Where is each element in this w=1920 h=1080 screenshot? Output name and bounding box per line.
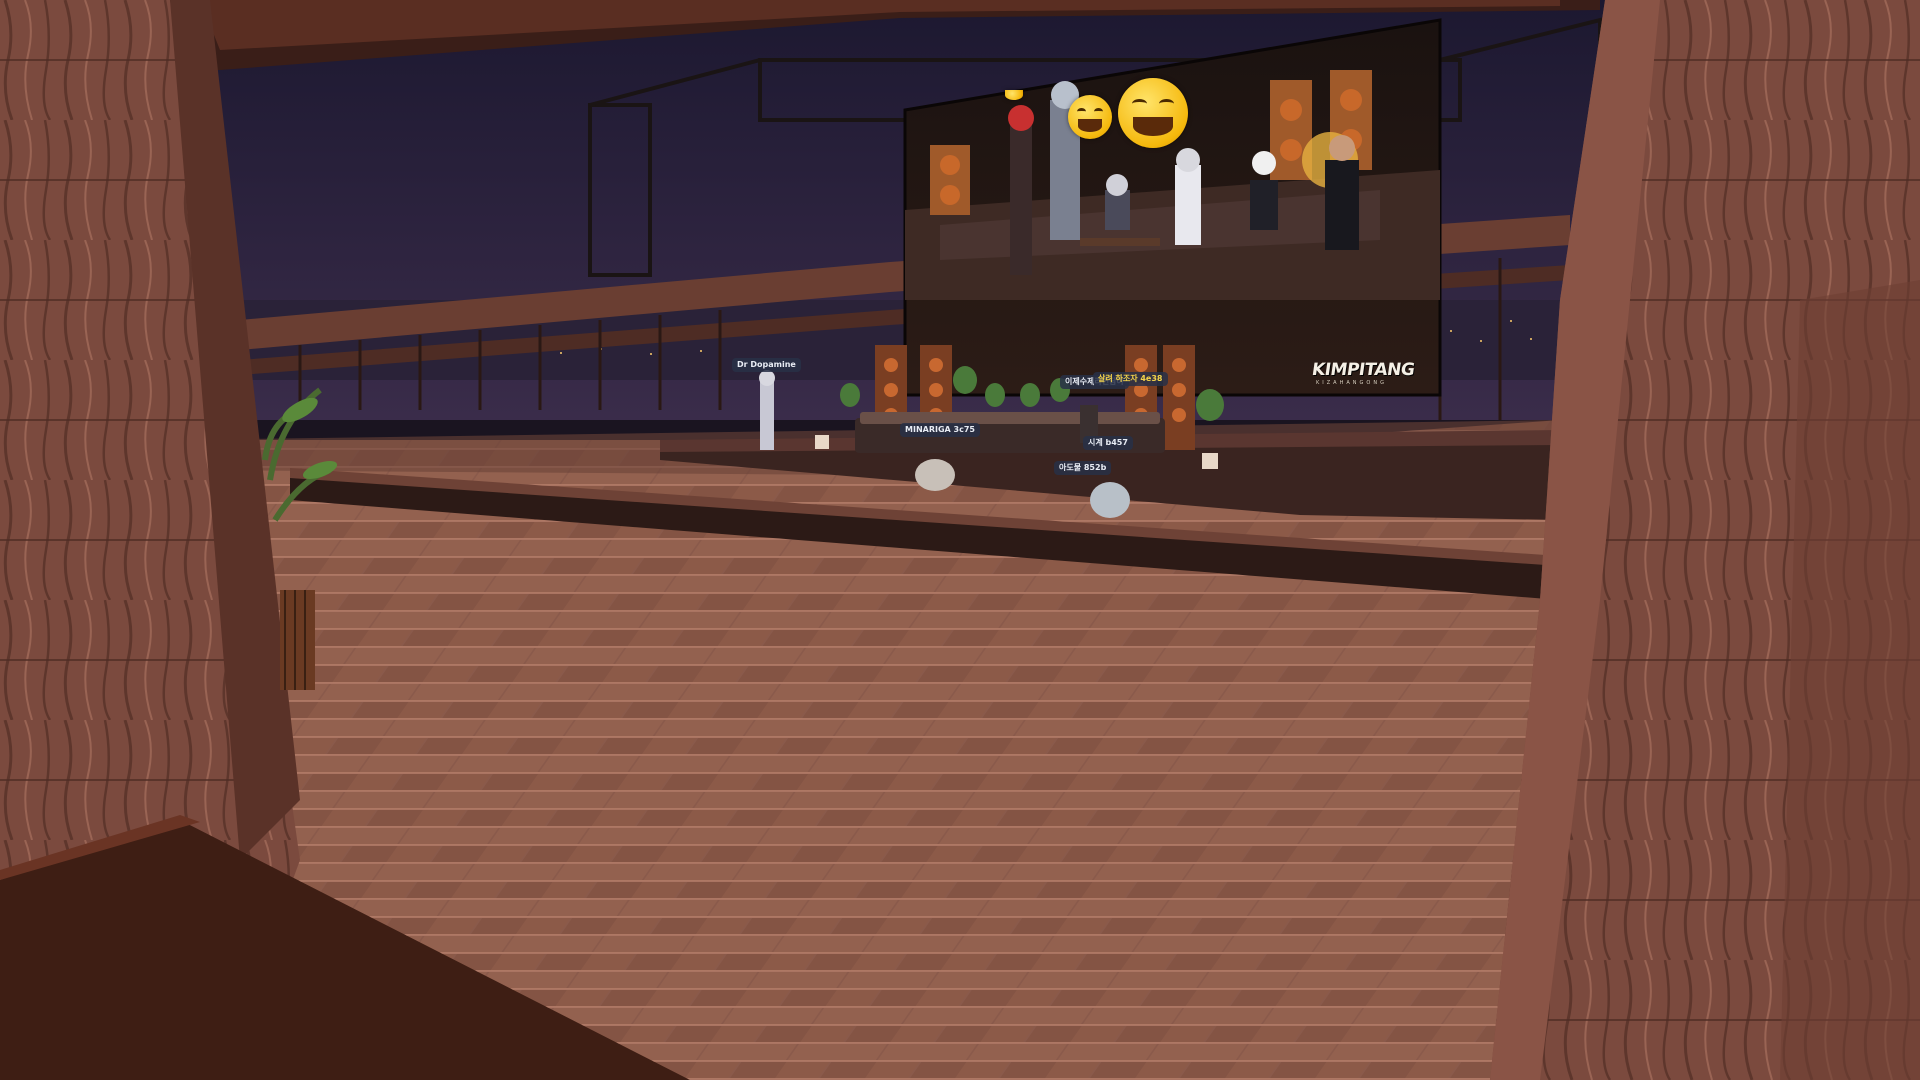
nametag-user-6[interactable]: 아도물 852b [1054, 461, 1112, 475]
screen-logo: KIMPITANG [1310, 360, 1416, 380]
laughing-emoji-icon [1005, 90, 1023, 100]
avatar-cat-2 [1090, 482, 1130, 518]
avatar-cat-1 [915, 459, 955, 491]
nametag-dr-dopamine[interactable]: Dr Dopamine [732, 358, 801, 372]
nametag-user-3[interactable]: 살려 하조자 4e38 [1093, 372, 1168, 386]
screen-logo-sub: KIZAHANGONG [1316, 380, 1387, 386]
laughing-emoji-icon [1118, 78, 1188, 148]
nametag-user-5[interactable]: 시계 b457 [1083, 436, 1133, 450]
laughing-emoji-icon [1068, 95, 1112, 139]
nametag-minariga[interactable]: MINARIGA 3c75 [900, 423, 980, 437]
game-viewport[interactable] [0, 0, 1920, 1080]
avatar-dr-dopamine [760, 380, 774, 450]
